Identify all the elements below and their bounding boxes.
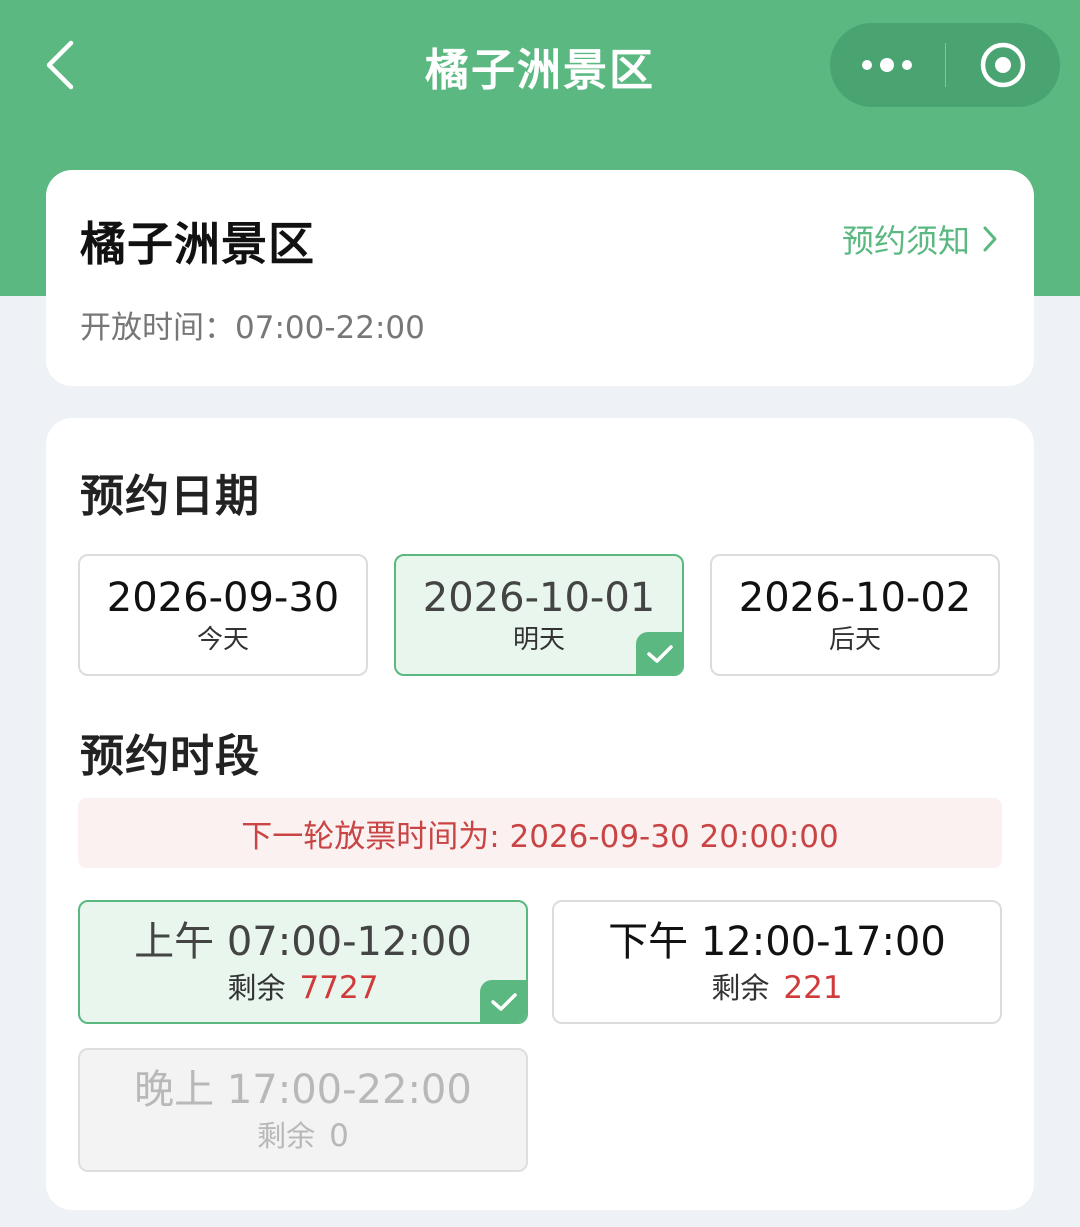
- booking-card: 预约日期 2026-09-30 今天 2026-10-01 明天 2026-10…: [46, 418, 1034, 1210]
- date-option-today[interactable]: 2026-09-30 今天: [78, 554, 368, 676]
- remaining-count: 7727: [299, 970, 379, 1006]
- remaining-count: 221: [783, 970, 843, 1006]
- date-option-day-after[interactable]: 2026-10-02 后天: [710, 554, 1000, 676]
- scenic-info-card: 橘子洲景区 预约须知 开放时间：07:00-22:00: [46, 170, 1034, 386]
- date-label: 明天: [512, 625, 565, 655]
- remaining-label: 剩余: [257, 1119, 316, 1153]
- booking-notice-label: 预约须知: [841, 222, 970, 260]
- date-section-title: 预约日期: [80, 471, 260, 522]
- date-label: 后天: [828, 625, 881, 655]
- selected-check-badge: [636, 632, 682, 674]
- scenic-name: 橘子洲景区: [80, 217, 315, 271]
- mini-program-capsule: [830, 23, 1060, 107]
- date-value: 2026-10-02: [738, 575, 972, 621]
- slot-time: 下午 12:00-17:00: [608, 919, 946, 965]
- more-button[interactable]: [830, 23, 945, 107]
- checkmark-icon: [491, 993, 517, 1011]
- release-notice-banner: 下一轮放票时间为: 2026-09-30 20:00:00: [78, 798, 1002, 868]
- slot-remaining: 剩余 221: [711, 968, 842, 1008]
- slot-remaining: 剩余 7727: [228, 968, 379, 1008]
- slot-option-afternoon[interactable]: 下午 12:00-17:00 剩余 221: [552, 900, 1002, 1024]
- date-label: 今天: [196, 625, 249, 655]
- date-value: 2026-10-01: [422, 575, 656, 621]
- close-button[interactable]: [946, 23, 1061, 107]
- checkmark-icon: [647, 645, 673, 663]
- booking-notice-link[interactable]: 预约须知: [842, 216, 998, 262]
- chevron-left-icon: [46, 40, 74, 90]
- slot-remaining: 剩余 0: [257, 1116, 349, 1156]
- remaining-count: 0: [329, 1118, 349, 1154]
- slot-time: 晚上 17:00-22:00: [134, 1067, 472, 1113]
- slot-option-evening: 晚上 17:00-22:00 剩余 0: [78, 1048, 528, 1172]
- open-time: 开放时间：07:00-22:00: [80, 310, 425, 346]
- remaining-label: 剩余: [227, 971, 286, 1005]
- more-dots-icon: [862, 58, 913, 72]
- slot-option-morning[interactable]: 上午 07:00-12:00 剩余 7727: [78, 900, 528, 1024]
- remaining-label: 剩余: [711, 971, 770, 1005]
- date-option-tomorrow[interactable]: 2026-10-01 明天: [394, 554, 684, 676]
- selected-check-badge: [480, 980, 526, 1022]
- chevron-right-icon: [983, 226, 997, 252]
- date-value: 2026-09-30: [106, 575, 340, 621]
- slot-section-title: 预约时段: [80, 731, 260, 782]
- target-close-icon: [980, 42, 1025, 88]
- slot-time: 上午 07:00-12:00: [134, 919, 472, 965]
- back-button[interactable]: [30, 30, 90, 100]
